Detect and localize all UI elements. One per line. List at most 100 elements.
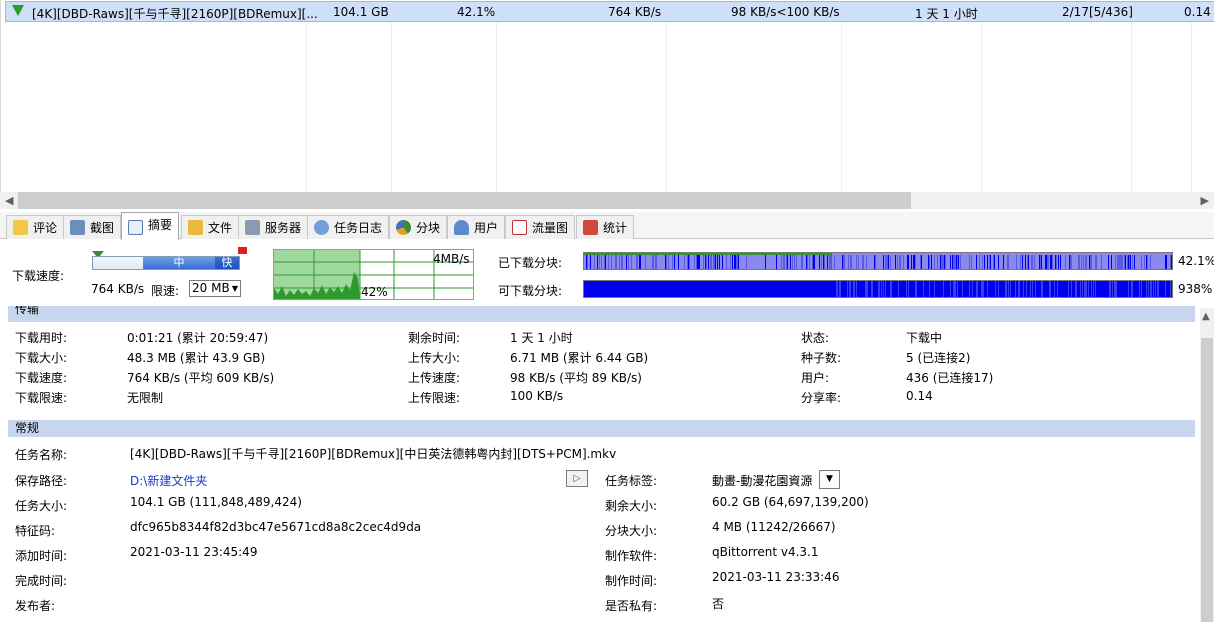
availability-segment (1141, 281, 1142, 297)
availability-segment (890, 281, 891, 297)
open-folder-button[interactable]: ▷ (566, 470, 588, 487)
stats-icon (583, 220, 598, 235)
column-separator (841, 22, 842, 192)
piece-segment (954, 255, 955, 269)
tab-comments[interactable]: 评论 (6, 215, 65, 239)
piece-segment (1121, 255, 1122, 269)
piece-segment (1034, 255, 1035, 269)
piece-segment (594, 255, 595, 269)
piece-segment (1083, 255, 1084, 269)
piece-segment (1127, 255, 1128, 269)
piece-segment (1095, 255, 1096, 269)
piece-segment (1016, 255, 1017, 269)
availability-segment (1112, 281, 1113, 297)
piece-segment (1065, 255, 1066, 269)
availability-segment (1109, 281, 1110, 297)
name-value: [4K][DBD-Raws][千与千寻][2160P][BDRemux][中日英… (130, 447, 617, 461)
tab-pieces[interactable]: 分块 (389, 215, 448, 239)
software-value: qBittorrent v4.3.1 (712, 545, 819, 559)
piece-segment (843, 255, 844, 269)
vertical-scrollbar[interactable]: ▲ (1200, 308, 1214, 622)
availability-segment (840, 281, 841, 297)
availability-segment (995, 281, 996, 297)
availability-segment (866, 281, 867, 297)
piece-segment (956, 255, 957, 269)
horizontal-scrollbar[interactable]: ◀ ▶ (0, 192, 1214, 209)
vertical-scroll-thumb[interactable] (1201, 338, 1213, 622)
transfer-key: 下载大小: (15, 351, 68, 365)
transfer-value: 0:01:21 (累计 20:59:47) (127, 331, 269, 345)
availability-segment (1068, 281, 1069, 297)
torrent-name: [4K][DBD-Raws][千与千寻][2160P][BDRemux][... (32, 7, 318, 21)
piece-segment (781, 255, 782, 269)
speed-panel: 下载速度: 中 快 764 KB/s 限速: 20 MB ▼ 4MB/s 42%… (0, 240, 1214, 302)
piece-segment (1041, 255, 1042, 269)
piece-segment (1032, 255, 1033, 269)
piece-segment (1128, 255, 1129, 269)
piece-segment (1096, 255, 1097, 269)
tab-summary[interactable]: 摘要 (121, 212, 180, 240)
piece-segment (809, 255, 810, 269)
speed-limit-select[interactable]: 20 MB ▼ (189, 280, 241, 297)
tab-screenshots[interactable]: 截图 (63, 215, 122, 239)
piece-segment (694, 255, 695, 269)
piece-segment (812, 255, 813, 269)
piece-segment (1028, 255, 1029, 269)
available-pieces-value: 938% (1178, 282, 1213, 296)
piece-segment (897, 255, 898, 269)
availability-segment (1088, 281, 1089, 297)
tab-files[interactable]: 文件 (181, 215, 240, 239)
tab-log[interactable]: 任务日志 (307, 215, 390, 239)
pieces-icon (396, 220, 411, 235)
torrent-list[interactable]: [4K][DBD-Raws][千与千寻][2160P][BDRemux][...… (0, 0, 1214, 192)
horizontal-scroll-thumb[interactable] (18, 192, 911, 209)
availability-segment (1151, 281, 1152, 297)
piece-segment (943, 255, 944, 269)
remaining-value: 60.2 GB (64,697,139,200) (712, 495, 869, 509)
tab-peers[interactable]: 用户 (447, 215, 506, 239)
piece-segment (1071, 255, 1072, 269)
files-icon (188, 220, 203, 235)
piece-segment (987, 255, 988, 269)
availability-segment (957, 281, 958, 297)
tag-value[interactable]: 動畫-動漫花園資源 (712, 472, 816, 489)
scroll-left-icon[interactable]: ◀ (5, 194, 13, 207)
availability-segment (1165, 281, 1166, 297)
private-value: 否 (712, 597, 725, 611)
availability-segment (837, 281, 838, 297)
torrent-eta: 1 天 1 小时 (915, 7, 978, 21)
tab-label: 服务器 (265, 221, 302, 235)
piece-segment (1129, 255, 1130, 269)
torrent-size: 104.1 GB (333, 5, 389, 19)
column-separator (981, 22, 982, 192)
scroll-up-icon[interactable]: ▲ (1202, 311, 1210, 322)
tab-traffic-graph[interactable]: 流量图 (505, 215, 576, 239)
tab-servers[interactable]: 服务器 (238, 215, 309, 239)
piece-segment (911, 255, 912, 269)
speed-slider[interactable]: 中 快 (92, 256, 240, 270)
piece-segment (1111, 255, 1112, 269)
save-path-link[interactable]: D:\新建文件夹 (130, 472, 207, 489)
piece-segment (931, 255, 932, 269)
piece-segment (1085, 255, 1086, 269)
piece-segment (726, 255, 727, 269)
graph-percent: 42% (361, 285, 388, 299)
tab-label: 文件 (208, 221, 233, 235)
tag-dropdown-button[interactable]: ▼ (819, 470, 840, 489)
piece-segment (944, 255, 945, 269)
availability-segment (1132, 281, 1133, 297)
availability-segment (950, 281, 951, 297)
tab-label: 评论 (33, 221, 58, 235)
torrent-row[interactable]: [4K][DBD-Raws][千与千寻][2160P][BDRemux][...… (5, 1, 1214, 22)
piece-segment (914, 255, 915, 269)
piece-segment (850, 255, 851, 269)
scroll-right-icon[interactable]: ▶ (1201, 194, 1209, 207)
pieces-progress-strip (584, 253, 832, 255)
flag-icon (238, 247, 247, 254)
server-icon (245, 220, 260, 235)
piece-segment (665, 255, 666, 269)
piece-segment (783, 255, 784, 269)
availability-segment (849, 281, 850, 297)
limit-label: 限速: (151, 284, 180, 298)
tab-stats[interactable]: 统计 (576, 215, 635, 239)
